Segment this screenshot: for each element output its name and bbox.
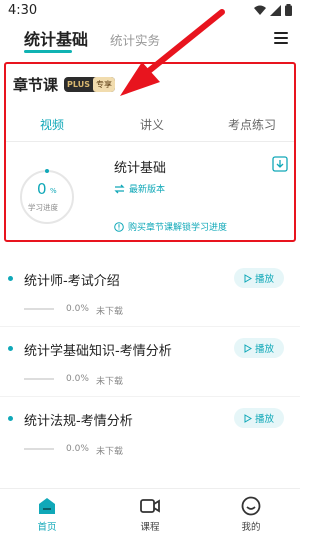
nav-course-label: 课程 — [140, 522, 160, 533]
lesson-percent: 0.0% — [66, 374, 89, 384]
nav-course[interactable]: 课程 — [120, 495, 180, 533]
plus-exclusive-badge: PLUS 专享 — [64, 77, 115, 92]
course-title: 统计基础 — [114, 161, 167, 176]
lesson-progress-bar — [24, 308, 54, 310]
play-label: 播放 — [254, 414, 274, 425]
bullet-dot — [8, 416, 13, 421]
download-status: 未下载 — [96, 377, 124, 387]
lesson-title: 统计学基础知识-考情分析 — [24, 344, 172, 359]
home-icon — [39, 498, 55, 514]
download-status: 未下载 — [96, 447, 124, 457]
signal-icon — [270, 4, 281, 16]
active-tab-indicator — [24, 50, 72, 53]
lesson-title: 统计师-考试介绍 — [24, 274, 120, 289]
nav-mine[interactable]: 我的 — [221, 495, 281, 533]
switch-arrows-icon — [114, 184, 125, 193]
nav-home-label: 首页 — [37, 522, 57, 533]
lesson-percent: 0.0% — [66, 304, 89, 314]
chapter-course-card: 章节课 PLUS 专享 视频 讲义 考点练习 0 % 学习进度 统计基础 最新版… — [4, 62, 296, 242]
list-item[interactable]: 统计法规-考情分析 播放 0.0% 未下载 — [0, 398, 300, 468]
tab-statistics-practice[interactable]: 统计实务 — [110, 30, 160, 49]
bottom-nav: 首页 课程 我的 — [0, 488, 300, 535]
version-switch[interactable]: 最新版本 — [114, 182, 165, 195]
tab-handout[interactable]: 讲义 — [140, 116, 164, 133]
battery-icon — [285, 4, 292, 16]
version-label: 最新版本 — [129, 185, 166, 195]
lesson-progress-bar — [24, 378, 54, 380]
exclusive-badge-label: 专享 — [92, 77, 115, 92]
progress-ring — [20, 169, 74, 224]
lesson-percent: 0.0% — [66, 444, 89, 454]
unlock-notice[interactable]: 购买章节课解锁学习进度 — [114, 220, 227, 233]
status-bar: 4:30 — [0, 0, 300, 22]
play-label: 播放 — [254, 274, 274, 285]
unlock-notice-text: 购买章节课解锁学习进度 — [128, 223, 228, 233]
plus-badge-label: PLUS — [67, 80, 90, 89]
divider — [0, 326, 300, 327]
bullet-dot — [8, 276, 13, 281]
nav-mine-label: 我的 — [241, 522, 261, 533]
download-icon[interactable] — [272, 156, 288, 172]
top-tab-bar: 统计基础 统计实务 — [0, 22, 300, 56]
nav-home[interactable]: 首页 — [17, 495, 77, 533]
info-icon — [114, 221, 124, 232]
video-icon — [140, 499, 160, 513]
list-item[interactable]: 统计师-考试介绍 播放 0.0% 未下载 — [0, 258, 300, 328]
chapter-header: 章节课 PLUS 专享 — [13, 74, 115, 95]
status-icons — [254, 4, 292, 16]
lesson-progress-bar — [24, 448, 54, 450]
list-item[interactable]: 统计学基础知识-考情分析 播放 0.0% 未下载 — [0, 328, 300, 398]
play-button[interactable]: 播放 — [234, 338, 284, 358]
play-button[interactable]: 播放 — [234, 408, 284, 428]
download-status: 未下载 — [96, 307, 124, 317]
play-icon — [244, 343, 252, 353]
smile-icon — [241, 496, 261, 516]
status-time: 4:30 — [8, 3, 38, 18]
play-label: 播放 — [254, 344, 274, 355]
chapter-title: 章节课 — [13, 76, 59, 94]
play-icon — [244, 273, 252, 283]
tab-practice[interactable]: 考点练习 — [228, 116, 276, 133]
menu-icon[interactable] — [274, 32, 288, 44]
tab-statistics-basics[interactable]: 统计基础 — [24, 26, 88, 50]
lesson-title: 统计法规-考情分析 — [24, 414, 133, 429]
divider — [0, 396, 300, 397]
play-icon — [244, 413, 252, 423]
bullet-dot — [8, 346, 13, 351]
wifi-icon — [254, 5, 266, 15]
progress-label: 学习进度 — [28, 203, 58, 212]
progress-value: 0 — [37, 180, 47, 198]
chapter-sub-tabs: 视频 讲义 考点练习 — [6, 116, 294, 138]
divider — [6, 141, 294, 142]
tab-video[interactable]: 视频 — [40, 116, 64, 133]
play-button[interactable]: 播放 — [234, 268, 284, 288]
progress-unit: % — [50, 187, 57, 195]
